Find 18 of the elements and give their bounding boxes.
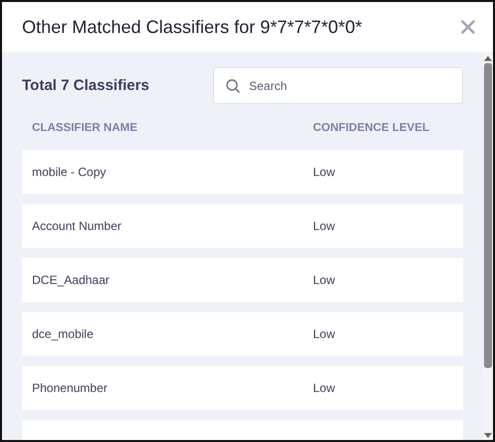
close-button[interactable] <box>461 20 475 34</box>
total-count: Total 7 Classifiers <box>22 77 150 94</box>
column-header: CLASSIFIER NAME <box>32 122 138 134</box>
scrollbar[interactable] <box>483 52 493 440</box>
classifier-name: dce_mobile <box>32 327 94 341</box>
close-icon <box>461 20 475 34</box>
classifier-name: Phonenumber <box>32 381 108 395</box>
confidence-level: Low <box>313 219 336 233</box>
classifier-name: Account Number <box>32 219 122 233</box>
confidence-level: Low <box>313 381 336 395</box>
search-field[interactable]: Search <box>213 67 463 104</box>
classifier-name: DCE_Aadhaar <box>32 273 110 287</box>
confidence-level: Low <box>313 165 336 179</box>
classifier-name: mobile - Copy <box>32 165 108 179</box>
dialog-title: Other Matched Classifiers for 9*7*7*7*0*0* <box>22 16 362 38</box>
confidence-level: Low <box>313 273 336 287</box>
column-header: CONFIDENCE LEVEL <box>313 122 430 134</box>
confidence-level: Low <box>313 327 336 341</box>
